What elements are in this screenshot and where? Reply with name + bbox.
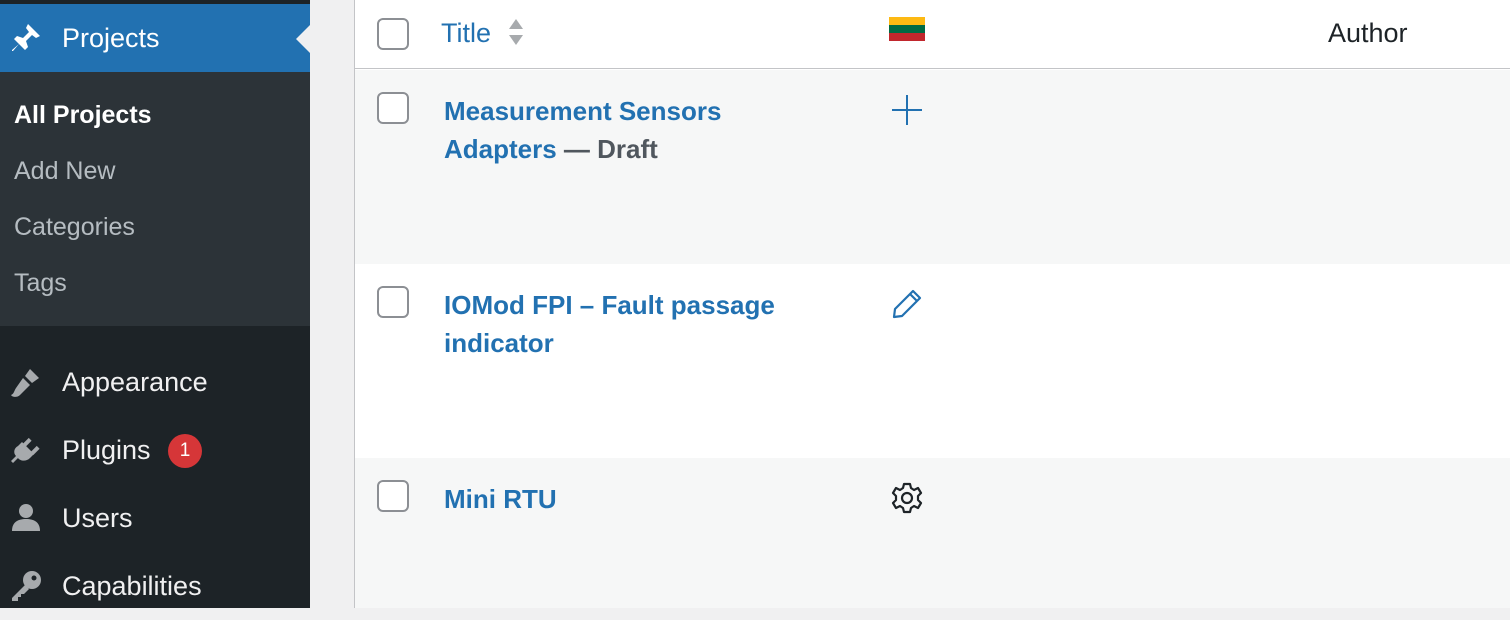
row-checkbox[interactable] — [377, 480, 409, 512]
submenu-add-new[interactable]: Add New — [14, 155, 115, 187]
select-all-checkbox[interactable] — [377, 18, 409, 50]
table-row: IOMod FPI – Fault passage indicator — [355, 264, 1510, 458]
current-menu-arrow — [296, 25, 310, 53]
column-title-sort-link[interactable]: Title — [441, 16, 491, 50]
key-icon — [8, 568, 44, 604]
lithuania-flag-icon — [889, 17, 925, 41]
pencil-icon[interactable] — [889, 286, 925, 322]
submenu-tags[interactable]: Tags — [14, 267, 67, 299]
plugin-icon — [8, 432, 44, 468]
menu-item-capabilities[interactable]: Capabilities — [0, 552, 310, 620]
admin-sidebar: Projects All Projects Add New Categories… — [0, 0, 310, 608]
menu-item-projects[interactable]: Projects — [0, 4, 310, 72]
projects-list-table: Title Author Measurement Sensors Adapter… — [354, 0, 1510, 608]
menu-item-plugins[interactable]: Plugins 1 — [0, 416, 310, 484]
row-title-link[interactable]: IOMod FPI – Fault passage indicator — [444, 290, 775, 358]
post-state: — Draft — [556, 134, 658, 164]
menu-label-capabilities: Capabilities — [62, 571, 202, 601]
submenu-all-projects[interactable]: All Projects — [14, 99, 152, 131]
menu-label-projects: Projects — [62, 23, 160, 53]
column-author: Author — [1328, 18, 1408, 48]
menu-label-appearance: Appearance — [62, 367, 208, 397]
menu-item-users[interactable]: Users — [0, 484, 310, 552]
menu-label-users: Users — [62, 503, 133, 533]
sort-arrows-icon[interactable] — [507, 17, 525, 47]
row-title: Mini RTU — [444, 480, 824, 518]
plus-icon[interactable] — [889, 92, 925, 128]
row-checkbox[interactable] — [377, 286, 409, 318]
submenu-categories[interactable]: Categories — [14, 211, 135, 243]
row-checkbox[interactable] — [377, 92, 409, 124]
row-title-link[interactable]: Mini RTU — [444, 484, 557, 514]
menu-item-appearance[interactable]: Appearance — [0, 348, 310, 416]
menu-label-plugins: Plugins — [62, 435, 151, 465]
pin-icon — [8, 20, 44, 56]
user-icon — [8, 500, 44, 536]
paintbrush-icon — [8, 364, 44, 400]
projects-submenu: All Projects Add New Categories Tags — [0, 72, 310, 326]
gear-icon[interactable] — [889, 480, 925, 516]
table-header: Title Author — [355, 0, 1510, 69]
row-title: IOMod FPI – Fault passage indicator — [444, 286, 824, 362]
plugin-update-count-badge: 1 — [168, 434, 202, 468]
main-content: Title Author Measurement Sensors Adapter… — [310, 0, 1510, 608]
row-title: Measurement Sensors Adapters — Draft — [444, 92, 824, 168]
table-row: Measurement Sensors Adapters — Draft — [355, 70, 1510, 264]
table-row: Mini RTU — [355, 458, 1510, 608]
